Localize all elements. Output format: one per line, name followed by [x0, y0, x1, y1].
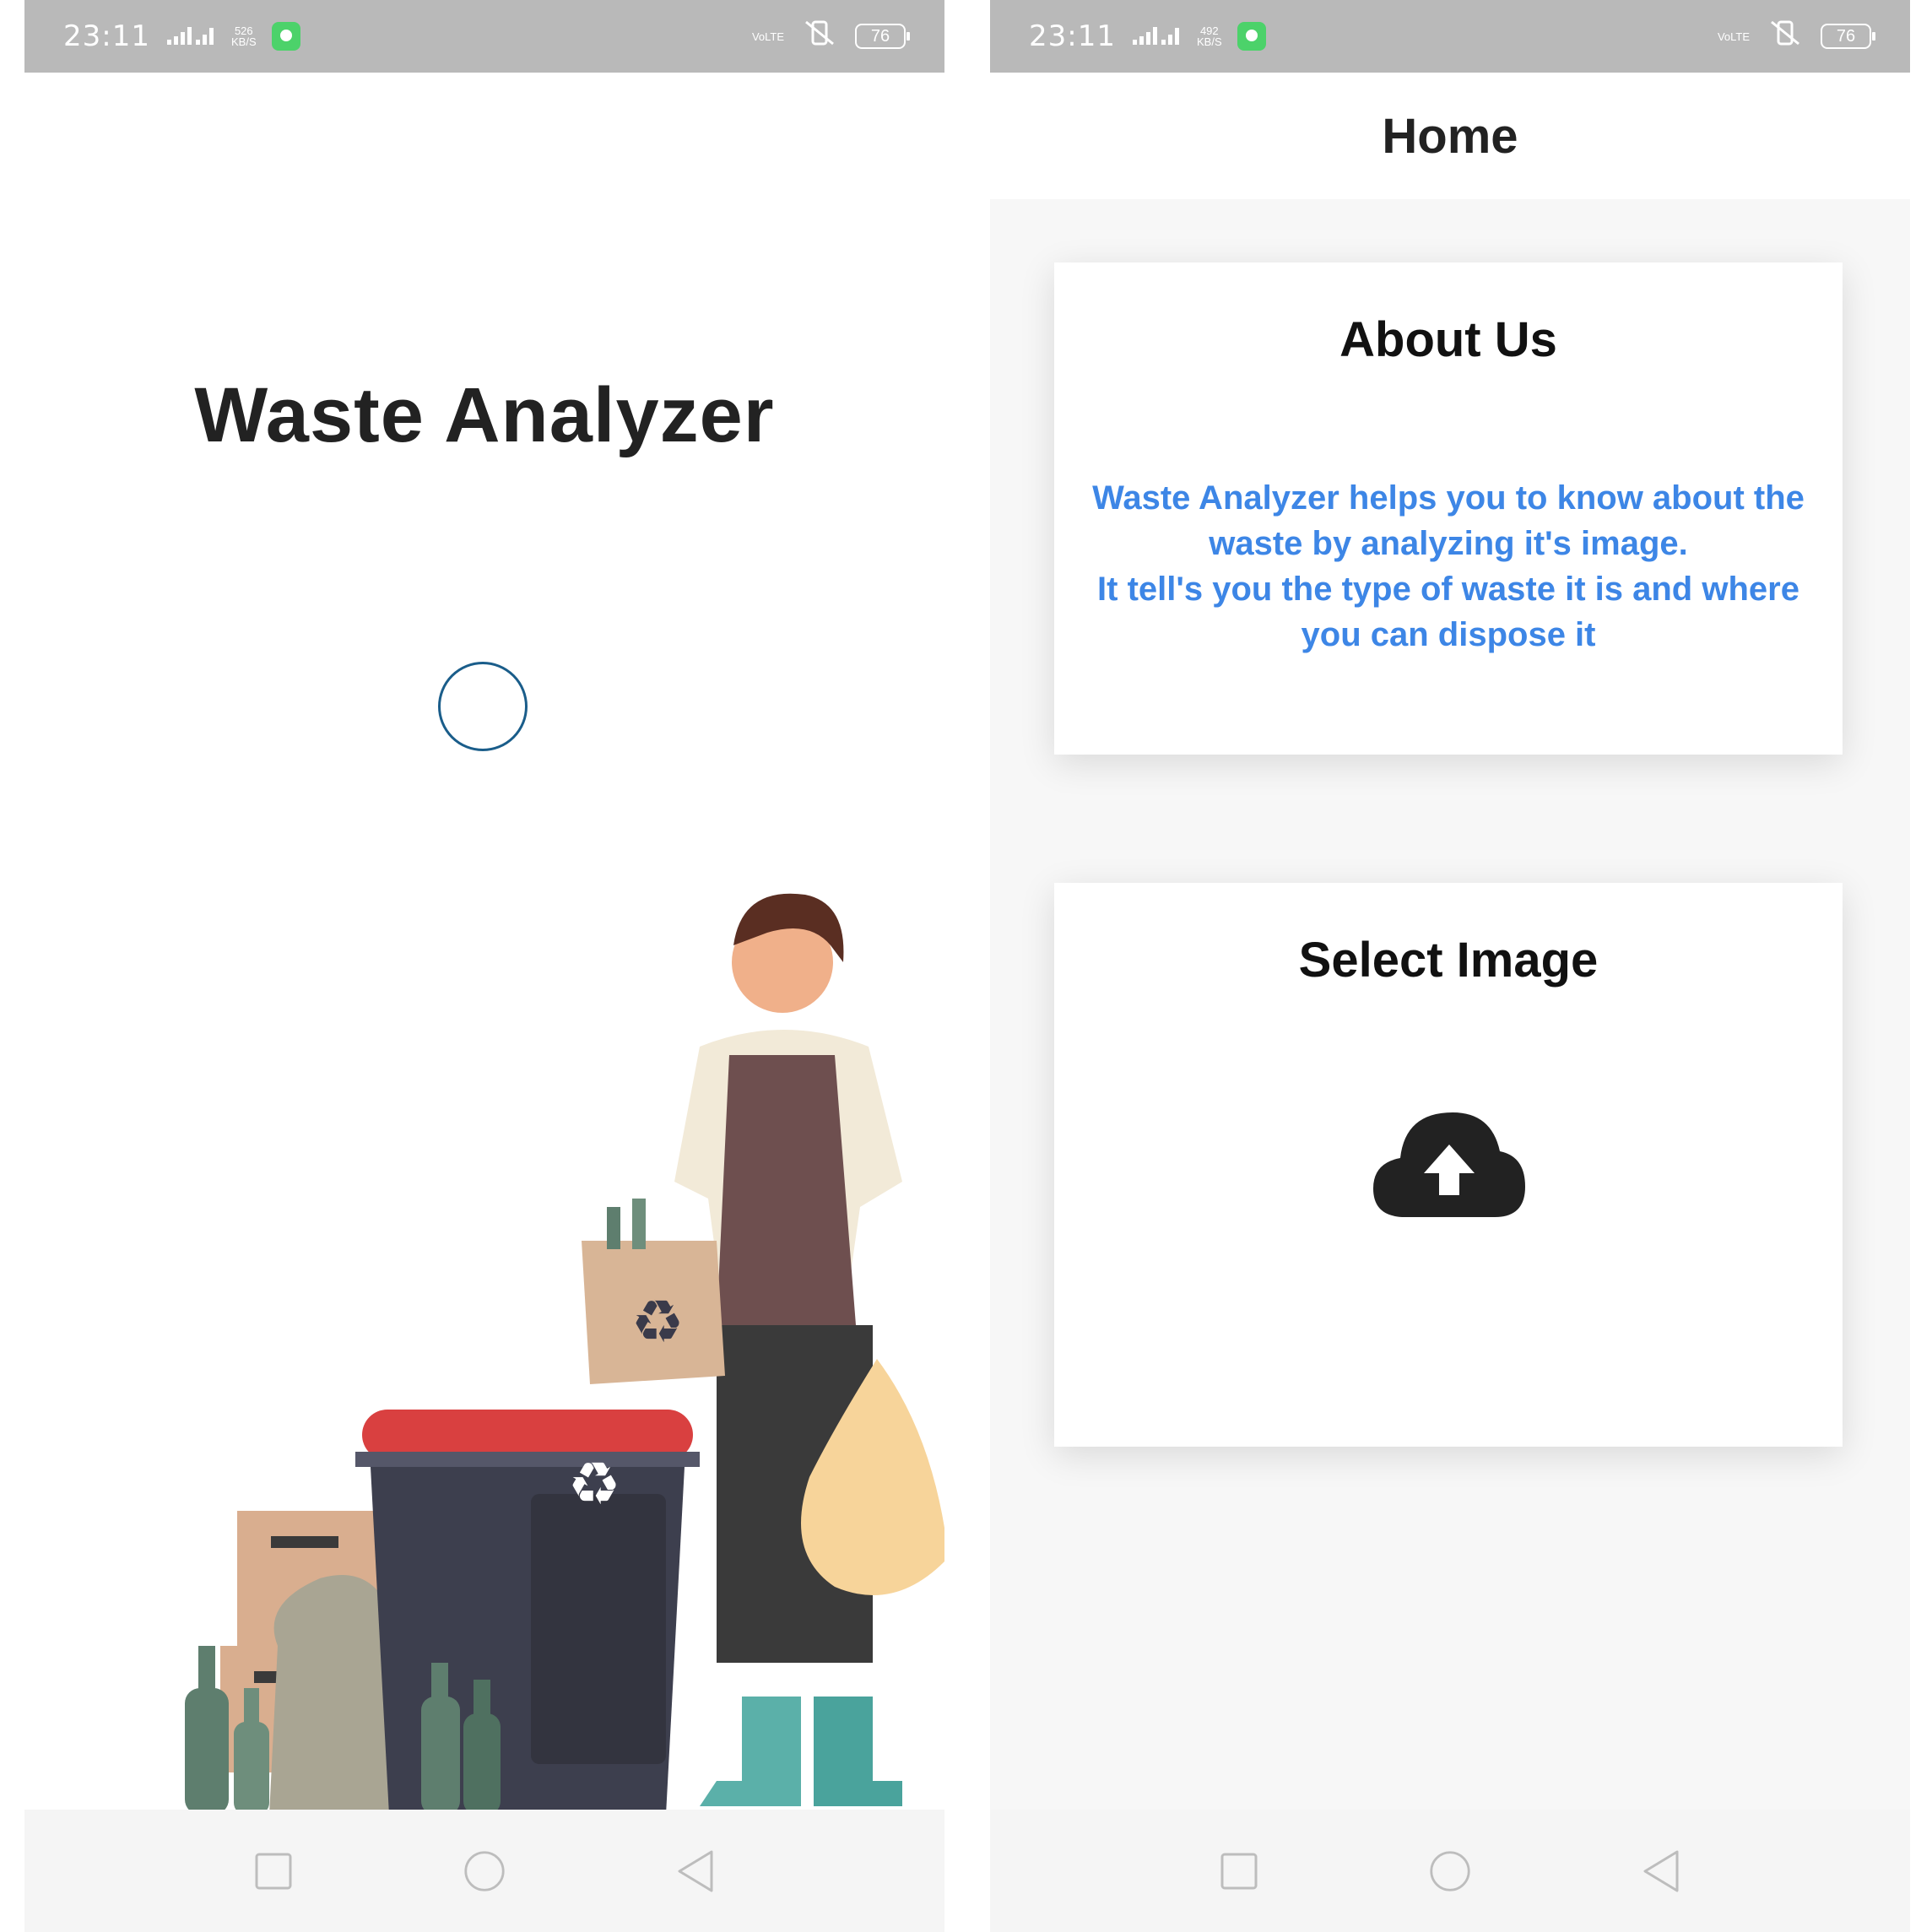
home-screen: 23:11 492 KB/S VoLTE 76 Home About Us Was… [990, 0, 1910, 1932]
svg-text:♻: ♻ [568, 1449, 621, 1518]
about-us-text-line2: It tell's you the type of waste it is an… [1097, 571, 1799, 653]
about-us-text-line1: Waste Analyzer helps you to know about t… [1092, 479, 1805, 562]
volte-indicator: VoLTE [1717, 30, 1750, 43]
about-us-title: About Us [1339, 312, 1557, 367]
square-icon[interactable] [252, 1850, 295, 1892]
loading-spinner [438, 662, 528, 751]
select-image-title: Select Image [1298, 933, 1599, 988]
circle-icon[interactable] [1429, 1850, 1471, 1892]
page-title: Home [1382, 108, 1518, 164]
navigation-bar [24, 1810, 944, 1932]
about-us-card: About Us Waste Analyzer helps you to kno… [1054, 262, 1843, 755]
navigation-bar [990, 1810, 1910, 1932]
splash-screen: 23:11 526 KB/S VoLTE 76 Waste Analyzer ♻… [24, 0, 944, 1932]
signal-icon [1131, 19, 1182, 54]
status-time: 23:11 [63, 19, 150, 53]
recycling-person-illustration: ♻ ♻ [151, 893, 944, 1815]
svg-text:♻: ♻ [631, 1287, 685, 1356]
status-bar: 23:11 492 KB/S VoLTE 76 [990, 0, 1910, 73]
select-image-card[interactable]: Select Image [1054, 883, 1843, 1447]
app-header: Home [990, 73, 1910, 199]
battery-icon: 76 [1821, 24, 1875, 49]
status-time: 23:11 [1029, 19, 1116, 53]
cloud-upload-icon[interactable] [1372, 1111, 1527, 1220]
square-icon[interactable] [1218, 1850, 1260, 1892]
vibrate-off-icon [803, 19, 836, 55]
app-notification-icon [271, 22, 300, 51]
circle-icon[interactable] [463, 1850, 506, 1892]
app-title: Waste Analyzer [194, 372, 775, 458]
status-bar: 23:11 526 KB/S VoLTE 76 [24, 0, 944, 73]
net-speed: 526 KB/S [230, 24, 257, 48]
app-notification-icon [1237, 22, 1266, 51]
net-speed: 492 KB/S [1196, 24, 1222, 48]
signal-icon [165, 19, 216, 54]
volte-indicator: VoLTE [751, 30, 784, 43]
vibrate-off-icon [1768, 19, 1802, 55]
triangle-back-icon[interactable] [674, 1850, 717, 1892]
about-us-description: Waste Analyzer helps you to know about t… [1088, 475, 1809, 658]
battery-icon: 76 [855, 24, 910, 49]
triangle-back-icon[interactable] [1640, 1850, 1682, 1892]
